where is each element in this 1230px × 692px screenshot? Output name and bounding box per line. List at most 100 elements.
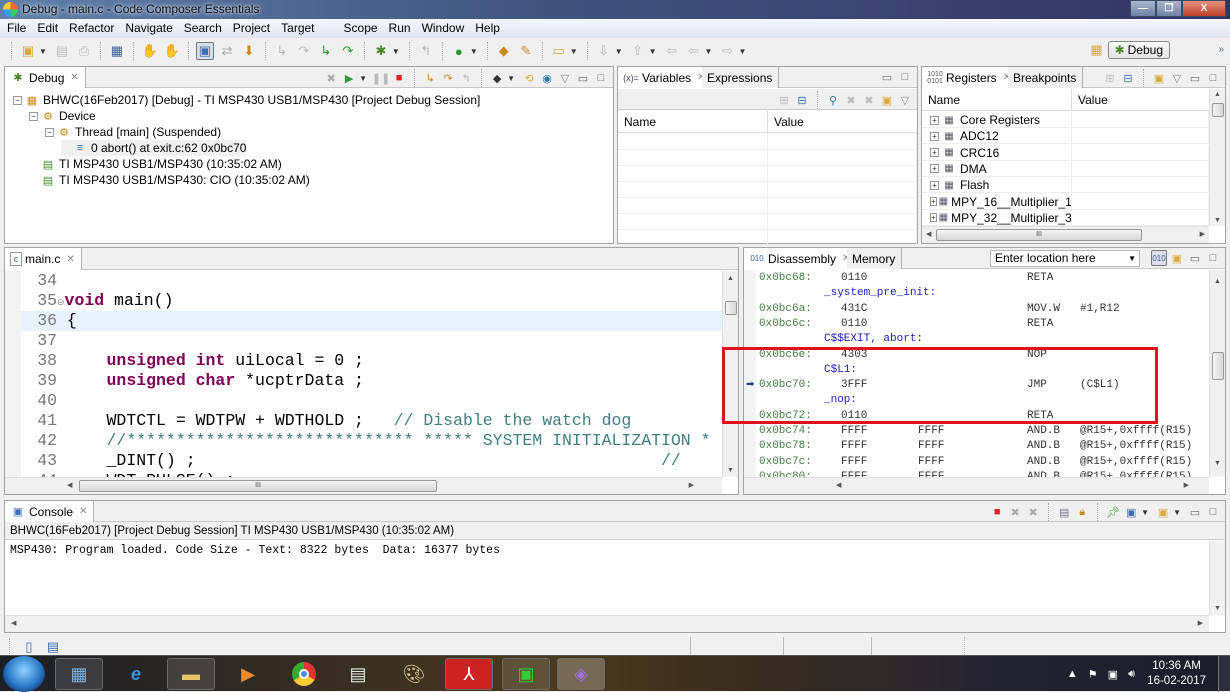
maximize-view-icon[interactable]: □ [897, 69, 913, 85]
table-row[interactable]: + ▦ MPY_16__Multiplier_16 [922, 193, 1209, 210]
table-row[interactable] [618, 214, 917, 230]
step-into-icon[interactable]: ↳ [273, 42, 291, 60]
table-row[interactable] [618, 150, 917, 166]
table-row[interactable]: + ▦ CRC16 [922, 144, 1209, 161]
disassembly-row[interactable]: ➡ 0x0bc70: 3FFF JMP (C$L1) [744, 378, 1209, 393]
disassembly-listing[interactable]: 0x0bc68: 0110 RETA _system_pre_init: 0x0bc6a… [744, 270, 1209, 477]
maximize-view-icon[interactable]: □ [1205, 250, 1221, 266]
expand-icon[interactable]: + [930, 148, 939, 158]
menu-navigate[interactable]: Navigate [121, 19, 179, 38]
minimize-view-icon[interactable]: ▭ [1187, 250, 1203, 266]
menu-edit[interactable]: Edit [33, 19, 65, 38]
next-annotation-dropdown[interactable]: ▼ [615, 47, 623, 56]
collapse-icon[interactable]: − [13, 95, 22, 105]
expand-icon[interactable]: + [930, 180, 939, 190]
disassembly-row[interactable]: 0x0bc7c: FFFF FFFF AND.B @R15+,0xffff(R15) [744, 455, 1209, 470]
clear-console-icon[interactable]: ▤ [1056, 504, 1072, 520]
reset-icon[interactable]: ◆ [489, 70, 505, 86]
resume-dropdown[interactable]: ▼ [359, 74, 367, 83]
tab-breakpoints[interactable]: Breakpoints [1008, 67, 1084, 88]
menu-project[interactable]: Project [229, 19, 277, 38]
minimize-view-icon[interactable]: ▭ [879, 69, 895, 85]
minimize-button[interactable]: — [1130, 0, 1156, 17]
fast-view-icon[interactable]: ▯ [20, 638, 38, 656]
resume-icon[interactable]: ▶ [341, 70, 357, 86]
new-view-icon[interactable]: ▣ [879, 92, 895, 108]
remove-icon[interactable]: ✖ [843, 92, 859, 108]
collapse-icon[interactable]: − [29, 111, 38, 121]
disassembly-row[interactable]: 0x0bc68: 0110 RETA [744, 271, 1209, 286]
open-console-dropdown[interactable]: ▼ [1173, 508, 1181, 517]
start-button[interactable] [3, 656, 45, 692]
collapse-icon[interactable]: − [45, 127, 54, 137]
pencil-icon[interactable]: ✎ [517, 42, 535, 60]
asm-step-into-icon[interactable]: ↳ [317, 42, 335, 60]
disassembly-label-row[interactable]: C$L1: [744, 363, 1209, 378]
restart-icon[interactable]: ⟲ [521, 70, 537, 86]
column-name[interactable]: Name [618, 111, 768, 132]
suspend-icon[interactable]: ❚❚ [372, 70, 390, 86]
open-perspective-icon[interactable]: ▦ [1088, 41, 1106, 59]
disassembly-row[interactable]: 0x0bc78: FFFF FFFF AND.B @R15+,0xffff(R15) [744, 439, 1209, 454]
disassembly-label-row[interactable]: _system_pre_init: [744, 286, 1209, 301]
clock[interactable]: 10:36 AM 16-02-2017 [1147, 659, 1206, 689]
run-dropdown[interactable]: ▼ [470, 47, 478, 56]
menu-refactor[interactable]: Refactor [65, 19, 121, 38]
link-with-debug-icon[interactable]: 010 [1151, 250, 1167, 266]
taskbar-media-player[interactable]: ▶ [224, 658, 272, 690]
taskbar-file-explorer[interactable]: ▬ [167, 658, 215, 690]
expand-icon[interactable]: + [930, 115, 939, 125]
table-row[interactable] [618, 230, 917, 246]
show-views-icon[interactable]: ▤ [44, 638, 62, 656]
display-console-dropdown[interactable]: ▼ [1141, 508, 1149, 517]
expand-icon[interactable]: + [930, 164, 939, 174]
terminate-icon[interactable]: ■ [391, 70, 407, 86]
registers-horizontal-scrollbar[interactable]: ◀ III ▶ [922, 226, 1209, 243]
taskbar-internet-explorer[interactable]: e [112, 658, 160, 690]
menu-help[interactable]: Help [471, 19, 507, 38]
code-line[interactable]: 43 _DINT() ; // [21, 451, 723, 471]
step-return-icon[interactable]: ↰ [417, 42, 435, 60]
debug-view-icon[interactable]: ▣ [195, 42, 214, 60]
volume-icon[interactable]: 🔊︎ [1128, 668, 1135, 681]
menu-run[interactable]: Run [385, 19, 418, 38]
hand-icon[interactable]: ✋ [163, 42, 181, 60]
back-icon[interactable]: ⇦ [685, 42, 703, 60]
save-icon[interactable]: ▤ [53, 42, 71, 60]
code-line[interactable]: 34 [21, 271, 723, 291]
column-name[interactable]: Name [922, 89, 1072, 110]
table-row[interactable]: + ▦ DMA [922, 160, 1209, 177]
close-button[interactable]: X [1182, 0, 1226, 17]
close-tab-icon[interactable]: ✕ [66, 254, 74, 265]
disassembly-label-row[interactable]: _nop: [744, 393, 1209, 408]
forward-icon[interactable]: ⇨ [718, 42, 736, 60]
minimize-view-icon[interactable]: ▭ [575, 70, 591, 86]
taskbar-code-composer[interactable]: ◈ [557, 658, 605, 690]
tab-debug[interactable]: ✱ Debug ✕ [5, 67, 86, 88]
remove-launch-icon[interactable]: ✖ [1007, 504, 1023, 520]
new-icon[interactable]: ▣ [19, 42, 37, 60]
debug-perspective-button[interactable]: ✱ Debug [1107, 41, 1170, 59]
table-row[interactable]: + ▦ MPY_32__Multiplier_32 [922, 209, 1209, 226]
tree-item[interactable]: − ⚙ Device [29, 108, 96, 124]
disassembly-row[interactable]: 0x0bc6c: 0110 RETA [744, 317, 1209, 332]
debug-icon[interactable]: ✱ [372, 42, 390, 60]
scroll-thumb[interactable]: III [79, 480, 437, 492]
tab-main-c[interactable]: c main.c ✕ [5, 248, 82, 270]
terminate-icon[interactable]: ■ [989, 504, 1005, 520]
console-horizontal-scrollbar[interactable]: ◀ ▶ [5, 615, 1209, 632]
editor-horizontal-scrollbar[interactable]: ◀ III ▶ [5, 477, 722, 494]
close-tab-icon[interactable]: ✕ [79, 506, 87, 517]
code-line[interactable]: 35⊖void main() [21, 291, 723, 311]
menu-window[interactable]: Window [418, 19, 472, 38]
disassembly-row[interactable]: 0x0bc80: FFFF FFFF AND.B @R15+,0xffff(R15) [744, 470, 1209, 477]
forward-dropdown[interactable]: ▼ [738, 47, 746, 56]
scroll-thumb[interactable] [1212, 103, 1224, 117]
remove-all-icon[interactable]: ✖ [861, 92, 877, 108]
tree-item[interactable]: − ⚙ Thread [main] (Suspended) [45, 124, 221, 140]
maximize-view-icon[interactable]: □ [1205, 70, 1221, 86]
hand-disabled-icon[interactable]: ✋ [141, 42, 159, 60]
asm-step-over-icon[interactable]: ↷ [339, 42, 357, 60]
close-tab-icon[interactable]: ✕ [70, 72, 78, 83]
disassembly-icon[interactable]: ▦ [108, 42, 126, 60]
